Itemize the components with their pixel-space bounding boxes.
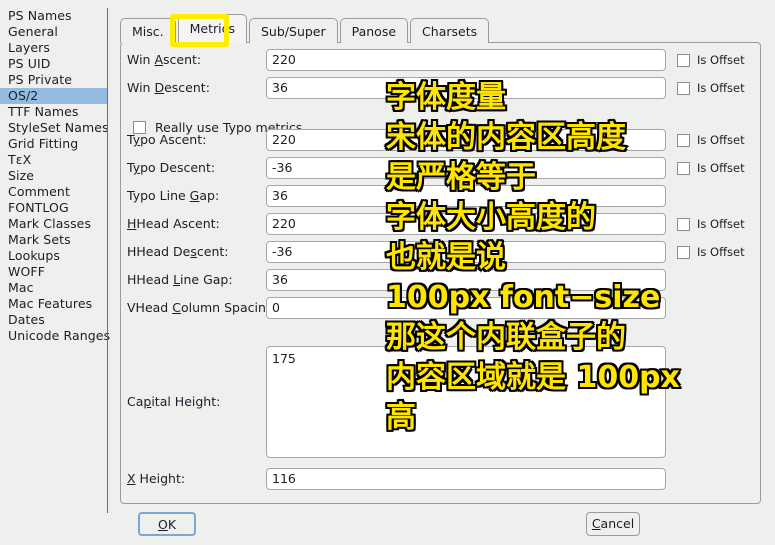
typo-line-gap-input[interactable]: 36 [266, 185, 666, 207]
is-offset-label: Is Offset [697, 245, 745, 259]
tab-sub-super[interactable]: Sub/Super [249, 18, 338, 43]
tab-strip: Misc. Metrics Sub/Super Panose Charsets [120, 14, 491, 43]
row-win-descent: Win Descent: 36 Is Offset [121, 77, 762, 99]
is-offset-label: Is Offset [697, 81, 745, 95]
capital-height-row: Capital Height: 175 [121, 346, 762, 458]
hhead-ascent-label: HHead Ascent: [127, 216, 220, 231]
row-vhead-column-spacing: VHead Column Spacing: 0 [121, 297, 762, 319]
hhead-ascent-input[interactable]: 220 [266, 213, 666, 235]
sidebar-item-layers[interactable]: Layers [0, 40, 107, 56]
capital-height-label: Capital Height: [127, 394, 221, 409]
row-hhead-descent: HHead Descent: -36 Is Offset [121, 241, 762, 263]
sidebar: PS Names General Layers PS UID PS Private OS/… [0, 8, 110, 513]
typo-line-gap-label: Typo Line Gap: [127, 188, 220, 203]
hhead-line-gap-input[interactable]: 36 [266, 269, 666, 291]
row-win-ascent: Win Ascent: 220 Is Offset [121, 49, 762, 71]
win-ascent-is-offset-checkbox[interactable]: Is Offset [677, 52, 745, 68]
hhead-ascent-is-offset-checkbox[interactable]: Is Offset [677, 216, 745, 232]
sidebar-item-os-2[interactable]: OS/2 [0, 88, 107, 104]
sidebar-item-general[interactable]: General [0, 24, 107, 40]
win-ascent-label: Win Ascent: [127, 52, 202, 67]
is-offset-label: Is Offset [697, 161, 745, 175]
sidebar-item-fontlog[interactable]: FONTLOG [0, 200, 107, 216]
vhead-column-spacing-input[interactable]: 0 [266, 297, 666, 319]
win-descent-input[interactable]: 36 [266, 77, 666, 99]
cancel-button[interactable]: Cancel [586, 512, 640, 536]
sidebar-divider [107, 8, 108, 513]
checkbox-box[interactable] [677, 245, 690, 259]
sidebar-item-unicode-ranges[interactable]: Unicode Ranges [0, 328, 110, 344]
typo-ascent-label: Typo Ascent: [127, 132, 207, 147]
checkbox-box[interactable] [677, 161, 690, 175]
tab-charsets[interactable]: Charsets [410, 18, 490, 43]
hhead-line-gap-label: HHead Line Gap: [127, 272, 233, 287]
sidebar-item-mark-sets[interactable]: Mark Sets [0, 232, 107, 248]
sidebar-item-grid-fitting[interactable]: Grid Fitting [0, 136, 107, 152]
x-height-label: X Height: [127, 471, 186, 486]
hhead-descent-label: HHead Descent: [127, 244, 229, 259]
hhead-descent-input[interactable]: -36 [266, 241, 666, 263]
font-info-dialog: PS Names General Layers PS UID PS Private OS/… [0, 0, 775, 545]
sidebar-item-dates[interactable]: Dates [0, 312, 107, 328]
checkbox-box[interactable] [677, 133, 690, 147]
checkbox-box[interactable] [677, 81, 690, 95]
typo-descent-input[interactable]: -36 [266, 157, 666, 179]
tab-panose[interactable]: Panose [339, 18, 409, 43]
hhead-descent-is-offset-checkbox[interactable]: Is Offset [677, 244, 745, 260]
win-descent-is-offset-checkbox[interactable]: Is Offset [677, 80, 745, 96]
row-typo-line-gap: Typo Line Gap: 36 [121, 185, 762, 207]
win-ascent-input[interactable]: 220 [266, 49, 666, 71]
row-typo-descent: Typo Descent: -36 Is Offset [121, 157, 762, 179]
typo-ascent-input[interactable]: 220 [266, 129, 666, 151]
tab-metrics[interactable]: Metrics [177, 14, 247, 43]
typo-descent-label: Typo Descent: [127, 160, 216, 175]
sidebar-item-mark-classes[interactable]: Mark Classes [0, 216, 107, 232]
vhead-column-spacing-label: VHead Column Spacing: [127, 300, 279, 315]
is-offset-label: Is Offset [697, 133, 745, 147]
sidebar-item-mac[interactable]: Mac [0, 280, 107, 296]
sidebar-item-comment[interactable]: Comment [0, 184, 107, 200]
sidebar-item-lookups[interactable]: Lookups [0, 248, 107, 264]
metrics-panel: Really use Typo metrics Capital Height: … [120, 42, 761, 504]
sidebar-item-woff[interactable]: WOFF [0, 264, 107, 280]
tab-misc[interactable]: Misc. [120, 18, 176, 43]
is-offset-label: Is Offset [697, 217, 745, 231]
sidebar-item-ps-private[interactable]: PS Private [0, 72, 107, 88]
row-typo-ascent: Typo Ascent: 220 Is Offset [121, 129, 762, 151]
x-height-input[interactable]: 116 [266, 468, 666, 490]
capital-height-input[interactable]: 175 [266, 346, 666, 458]
is-offset-label: Is Offset [697, 53, 745, 67]
typo-descent-is-offset-checkbox[interactable]: Is Offset [677, 160, 745, 176]
dialog-button-bar: OK Cancel [120, 512, 761, 542]
row-hhead-line-gap: HHead Line Gap: 36 [121, 269, 762, 291]
sidebar-item-ps-names[interactable]: PS Names [0, 8, 107, 24]
row-x-height: X Height: 116 [121, 468, 762, 490]
checkbox-box[interactable] [677, 217, 690, 231]
sidebar-item-size[interactable]: Size [0, 168, 107, 184]
ok-button[interactable]: OK [138, 512, 196, 536]
checkbox-box[interactable] [677, 53, 690, 67]
row-hhead-ascent: HHead Ascent: 220 Is Offset [121, 213, 762, 235]
sidebar-item-ttf-names[interactable]: TTF Names [0, 104, 107, 120]
sidebar-item-ps-uid[interactable]: PS UID [0, 56, 107, 72]
sidebar-item-mac-features[interactable]: Mac Features [0, 296, 107, 312]
sidebar-item-styleset-names[interactable]: StyleSet Names [0, 120, 109, 136]
typo-ascent-is-offset-checkbox[interactable]: Is Offset [677, 132, 745, 148]
win-descent-label: Win Descent: [127, 80, 210, 95]
sidebar-item-t-x[interactable]: TεX [0, 152, 107, 168]
